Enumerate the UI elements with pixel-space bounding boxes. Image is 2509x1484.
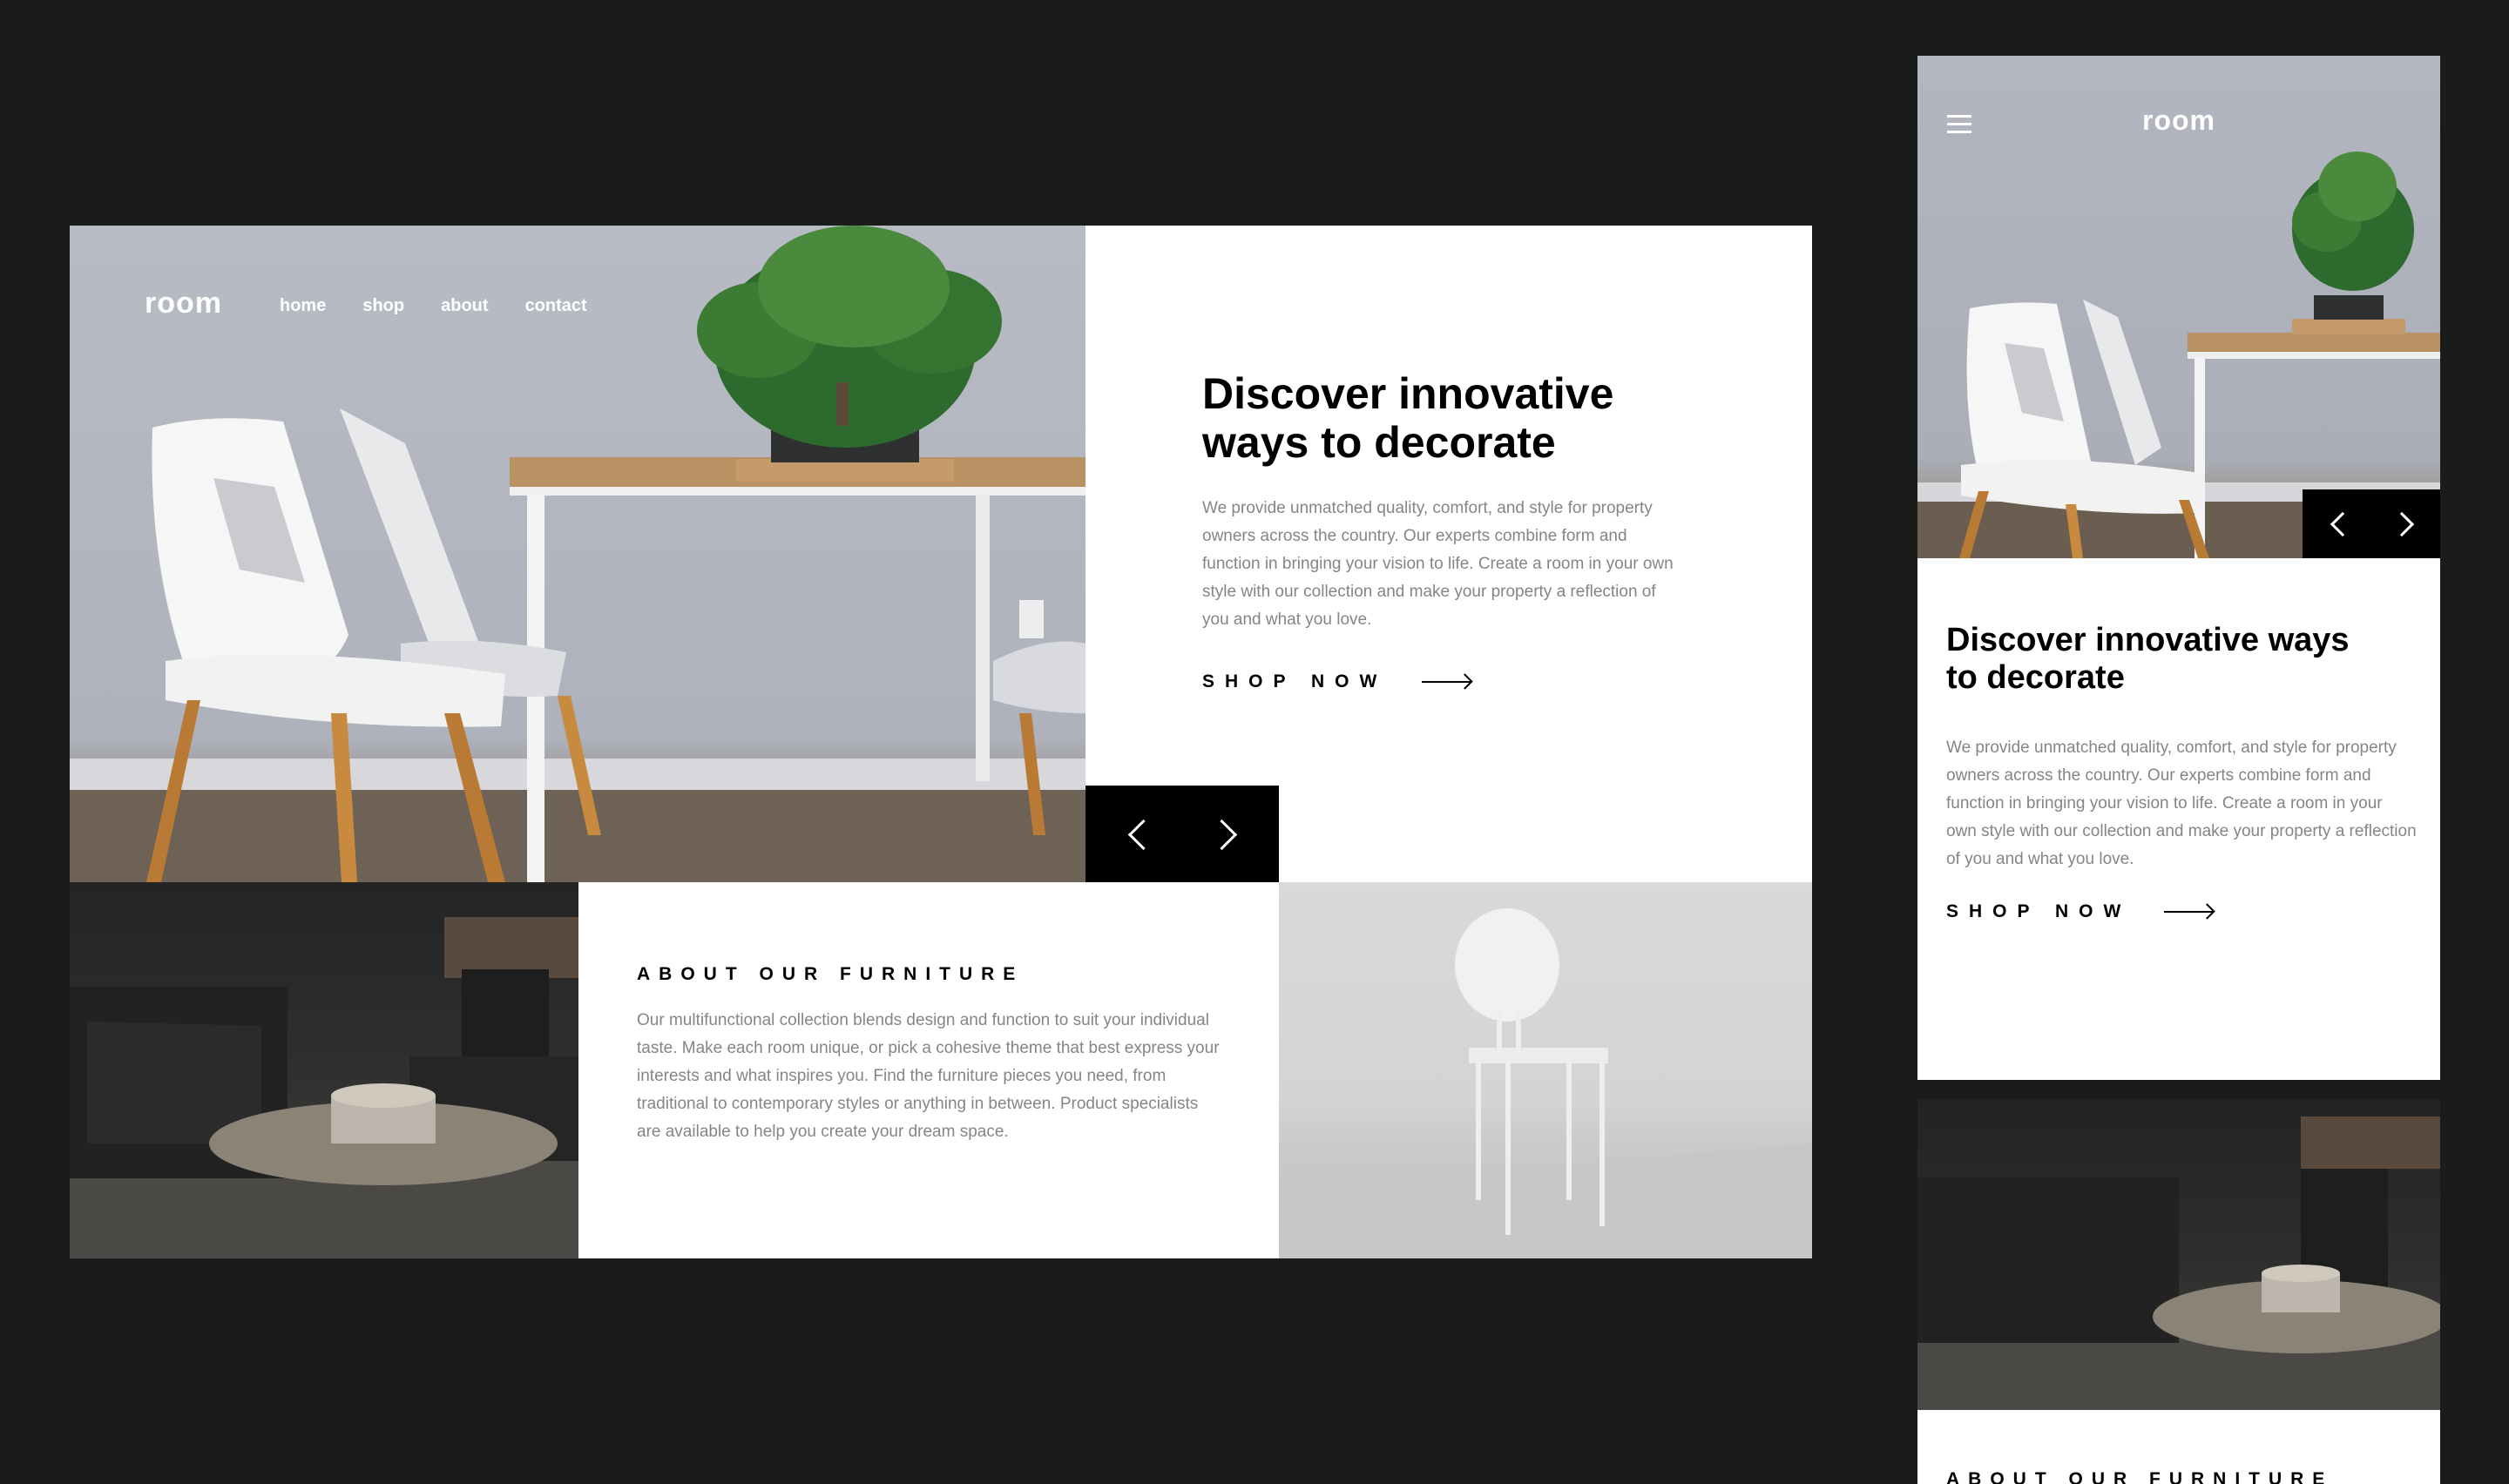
main-nav: home shop about contact	[280, 296, 624, 316]
mobile-mockup: room Discover innovative ways to decorat…	[1917, 56, 2440, 1484]
mobile-next-slide-button[interactable]	[2386, 505, 2424, 543]
chevron-left-icon	[1127, 819, 1160, 851]
dark-furniture-illustration	[70, 917, 578, 1258]
about-title: ABOUT OUR FURNITURE	[637, 964, 1025, 984]
mobile-hero-copy: We provide unmatched quality, comfort, a…	[1946, 739, 2417, 868]
mobile-dark-furniture-illustration	[1917, 1116, 2440, 1410]
nav-home[interactable]: home	[280, 296, 326, 316]
logo[interactable]: room	[145, 287, 222, 320]
prev-slide-button[interactable]	[1110, 806, 1166, 862]
mobile-shop-now-button[interactable]: SHOP NOW	[1946, 901, 2214, 922]
about-copy: Our multifunctional collection blends de…	[637, 1011, 1220, 1141]
nav-about[interactable]: about	[441, 296, 488, 316]
arrow-right-icon	[2164, 911, 2214, 913]
mobile-about-panel: ABOUT OUR FURNITURE	[1917, 1410, 2440, 1484]
dark-furniture-image	[70, 882, 578, 1258]
hero-title: Discover innovative ways to decorate	[1202, 369, 1613, 467]
arrow-right-icon	[1422, 681, 1471, 683]
mobile-hero-text-panel: Discover innovative ways to decorate We …	[1917, 558, 2440, 1136]
mobile-prev-slide-button[interactable]	[2318, 505, 2357, 543]
next-slide-button[interactable]	[1199, 806, 1254, 862]
light-chair-illustration	[1279, 908, 1812, 1258]
chevron-left-icon	[2330, 511, 2356, 537]
mobile-shop-now-label: SHOP NOW	[1946, 901, 2132, 921]
chevron-right-icon	[2389, 511, 2415, 537]
hero-illustration	[70, 226, 1085, 882]
nav-contact[interactable]: contact	[525, 296, 587, 316]
hero-copy: We provide unmatched quality, comfort, a…	[1202, 499, 1674, 629]
mobile-hero-title-line1: Discover innovative ways	[1946, 622, 2350, 658]
mobile-hero-title: Discover innovative ways to decorate	[1946, 622, 2350, 696]
slider-controls	[1085, 786, 1279, 882]
shop-now-button[interactable]: SHOP NOW	[1202, 671, 1471, 692]
mobile-hero-image: room	[1917, 56, 2440, 558]
desktop-mockup: room home shop about contact Discover in…	[70, 226, 1812, 1258]
chevron-right-icon	[1206, 819, 1238, 851]
mobile-section-gap	[1917, 1080, 2440, 1099]
light-chair-image	[1279, 882, 1812, 1258]
mobile-hero-title-line2: to decorate	[1946, 658, 2125, 696]
hero-title-line2: ways to decorate	[1202, 418, 1556, 467]
mobile-logo[interactable]: room	[1917, 105, 2440, 137]
hero-text-panel: Discover innovative ways to decorate We …	[1085, 226, 1812, 882]
hero-title-line1: Discover innovative	[1202, 369, 1614, 418]
mobile-about-title: ABOUT OUR FURNITURE	[1946, 1469, 2334, 1484]
nav-shop[interactable]: shop	[362, 296, 404, 316]
about-panel: ABOUT OUR FURNITURE Our multifunctional …	[578, 882, 1279, 1258]
shop-now-label: SHOP NOW	[1202, 671, 1388, 691]
hero-image: room home shop about contact	[70, 226, 1085, 882]
mobile-dark-furniture-image	[1917, 1099, 2440, 1410]
mobile-slider-controls	[2303, 489, 2440, 558]
